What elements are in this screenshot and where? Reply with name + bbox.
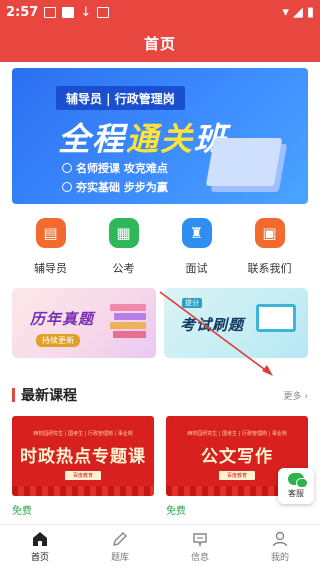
tab-messages[interactable]: 信息 (170, 530, 230, 563)
course-title: 时政热点专题课 (20, 447, 146, 467)
tab-profile[interactable]: 我的 (250, 530, 310, 563)
banner-title: 全程通关班 (58, 120, 229, 158)
app-notification-icon (97, 6, 110, 18)
wechat-icon (288, 473, 308, 488)
check-icon (62, 182, 72, 192)
card-title: 考试刷题 (180, 316, 245, 334)
banner-bullet: 夯实基础 步步为赢 (62, 179, 168, 195)
promo-banner[interactable]: 辅导员 | 行政管理岗 全程通关班 名师授课 攻克难点 夯实基础 步步为赢 (12, 68, 308, 204)
books-icon (110, 304, 146, 342)
quicknav-counselor[interactable]: ▤ 辅导员 (21, 218, 81, 276)
podium-icon: ♜ (181, 218, 212, 248)
customer-service-button[interactable]: 客服 (278, 468, 314, 504)
book-icon: ▤ (35, 218, 66, 248)
check-icon (62, 163, 72, 173)
signal-icon: ◢ (292, 4, 303, 20)
card-title: 历年真题 (30, 310, 95, 328)
quicknav-contact[interactable]: ▣ 联系我们 (240, 218, 300, 276)
status-bar: 2:57 ↓ ▾ ◢ ▮ (0, 0, 320, 24)
notification-icon (44, 6, 57, 18)
wifi-icon: ▾ (282, 4, 289, 20)
more-link[interactable]: 更多 › (284, 389, 308, 402)
tab-question-bank[interactable]: 题库 (90, 530, 150, 563)
contact-icon: ▣ (254, 218, 285, 248)
document-icon: ▦ (108, 218, 139, 248)
past-papers-card[interactable]: 历年真题 持续更新 (12, 288, 156, 358)
quicknav-interview[interactable]: ♜ 面试 (167, 218, 227, 276)
home-icon (33, 532, 47, 546)
battery-icon: ▮ (306, 4, 314, 20)
quicknav-civil-exam[interactable]: ▦ 公考 (94, 218, 154, 276)
app-bar: 首页 (0, 24, 320, 62)
course-price: 免费 (166, 506, 186, 517)
course-card[interactable]: 西校园研究生 | 国考生 | 行政管理岗 | 事业岗 时政热点专题课 百度教育 (12, 416, 154, 496)
course-title: 公文写作 (201, 447, 273, 467)
card-badge: 提分 (182, 298, 202, 308)
card-subtitle: 持续更新 (36, 334, 80, 347)
pencil-icon (113, 532, 127, 546)
section-title: 最新课程 (21, 388, 77, 404)
banner-tag: 辅导员 | 行政管理岗 (56, 86, 185, 110)
quick-nav: ▤ 辅导员 ▦ 公考 ♜ 面试 ▣ 联系我们 (0, 218, 320, 276)
bottom-tab-bar: 首页 题库 信息 我的 (0, 524, 320, 568)
banner-bullets: 名师授课 攻克难点 夯实基础 步步为赢 (62, 160, 168, 198)
banner-illustration (205, 138, 283, 186)
status-time: 2:57 (6, 4, 39, 20)
download-icon: ↓ (80, 4, 92, 20)
page-title: 首页 (143, 34, 176, 53)
latest-courses-header: 最新课程 更多 › (12, 384, 308, 406)
exam-practice-card[interactable]: 提分 考试刷题 (164, 288, 308, 358)
user-icon (272, 531, 288, 547)
image-icon (62, 6, 75, 18)
banner-bullet: 名师授课 攻克难点 (62, 160, 168, 176)
course-price: 免费 (12, 506, 32, 517)
screen-icon (256, 304, 296, 332)
section-accent (12, 388, 15, 402)
tab-home[interactable]: 首页 (10, 530, 70, 563)
message-icon (193, 533, 207, 548)
